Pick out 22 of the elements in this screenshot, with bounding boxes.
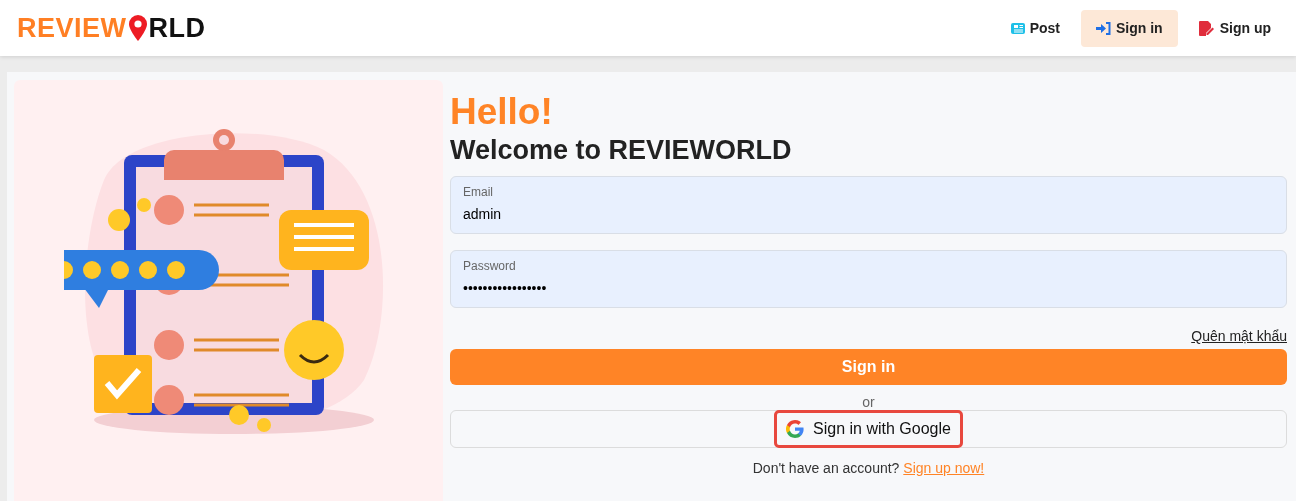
subheading: Welcome to REVIEWORLD [450,134,793,166]
field-value: ••••••••••••••••• [463,279,547,297]
signup-prompt: Don't have an account? [752,460,900,476]
nav-link[interactable]: Sign in [1081,9,1178,47]
google-icon [786,420,805,438]
field-value: admin [463,205,502,223]
nav-link[interactable]: Sign up [1185,9,1284,47]
heading: Hello! [450,90,554,134]
text-field[interactable]: Email admin [450,176,1287,234]
text-field[interactable]: Password ••••••••••••••••• [450,250,1287,308]
divider-text: or [862,394,875,410]
google-sign-in-button[interactable]: Sign in with Google [450,410,1287,448]
edit-document-icon [1198,20,1215,36]
newspaper-icon [1010,21,1025,35]
sign-in-icon [1096,21,1111,35]
map-pin-icon [127,14,148,42]
logo-text: RLD [148,11,206,45]
nav-link[interactable]: Post [997,9,1073,47]
field-label: Email [463,184,494,200]
logo-text: REVIEW [17,11,127,45]
field-label: Password [463,258,517,274]
forgot-password-link[interactable]: Quên mật khẩu [1191,326,1287,347]
